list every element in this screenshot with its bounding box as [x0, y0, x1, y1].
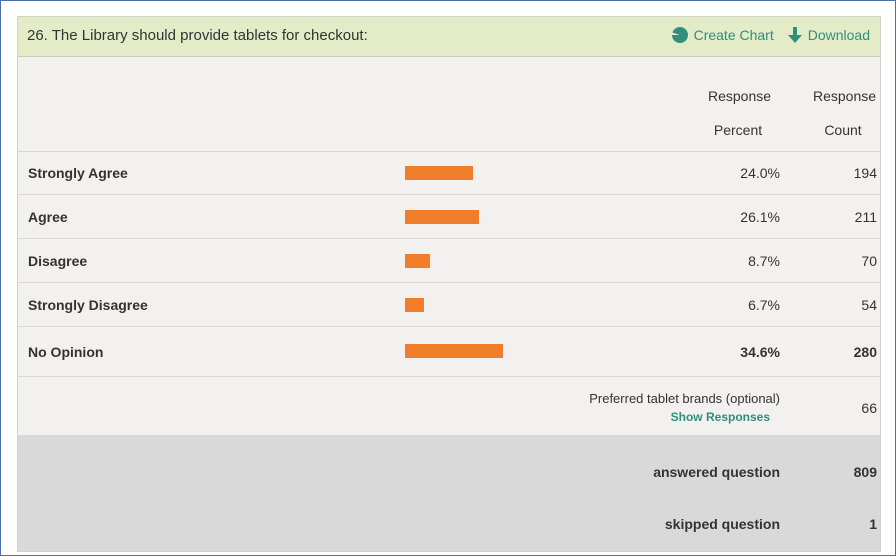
answer-count: 70: [861, 253, 877, 269]
download-label: Download: [807, 27, 870, 43]
answered-value: 809: [853, 464, 877, 480]
answer-percent: 24.0%: [740, 165, 780, 181]
answer-percent: 6.7%: [748, 297, 780, 313]
answer-bar: [405, 298, 424, 312]
question-header: 26. The Library should provide tablets f…: [18, 17, 880, 57]
other-response-row: Preferred tablet brands (optional) Show …: [18, 377, 880, 436]
answer-count: 54: [861, 297, 877, 313]
answer-bar: [405, 166, 473, 180]
answer-row: Agree 26.1% 211: [18, 195, 880, 239]
answer-label: Disagree: [28, 253, 88, 269]
answer-bar: [405, 254, 430, 268]
answer-percent: 26.1%: [740, 209, 780, 225]
answer-label: Strongly Disagree: [28, 297, 148, 313]
download-button[interactable]: Download: [787, 27, 870, 43]
answer-count: 211: [854, 209, 877, 225]
create-chart-button[interactable]: Create Chart: [671, 27, 774, 43]
show-responses-link[interactable]: Show Responses: [671, 410, 770, 424]
answer-row: Strongly Agree 24.0% 194: [18, 151, 880, 195]
other-response-count: 66: [861, 400, 877, 416]
answer-bar: [405, 344, 503, 358]
answer-label: Strongly Agree: [28, 165, 128, 181]
response-percent-header: Response Percent: [708, 88, 772, 138]
response-count-header: Response Count: [813, 88, 877, 138]
answer-label: Agree: [28, 209, 68, 225]
question-title: 26. The Library should provide tablets f…: [27, 27, 368, 44]
answer-row: Disagree 8.7% 70: [18, 239, 880, 283]
question-panel: 26. The Library should provide tablets f…: [17, 16, 881, 552]
skipped-value: 1: [869, 516, 877, 532]
other-response-label: Preferred tablet brands (optional): [589, 391, 780, 406]
download-arrow-icon: [787, 27, 802, 43]
answer-row: No Opinion 34.6% 280: [18, 327, 880, 377]
header-actions: Create Chart Download: [671, 27, 870, 43]
answered-label: answered question: [653, 464, 780, 480]
answer-row: Strongly Disagree 6.7% 54: [18, 283, 880, 327]
skipped-label: skipped question: [664, 516, 780, 532]
answer-bar: [405, 210, 479, 224]
answer-count: 280: [853, 344, 877, 360]
answer-percent: 34.6%: [740, 344, 780, 360]
column-headers: Response Percent Response Count: [18, 57, 880, 152]
answer-label: No Opinion: [28, 344, 104, 360]
create-chart-label: Create Chart: [693, 27, 774, 43]
answer-percent: 8.7%: [748, 253, 780, 269]
summary-footer: answered question 809 skipped question 1: [18, 436, 880, 551]
answer-count: 194: [853, 165, 877, 181]
pie-chart-icon: [671, 27, 688, 43]
